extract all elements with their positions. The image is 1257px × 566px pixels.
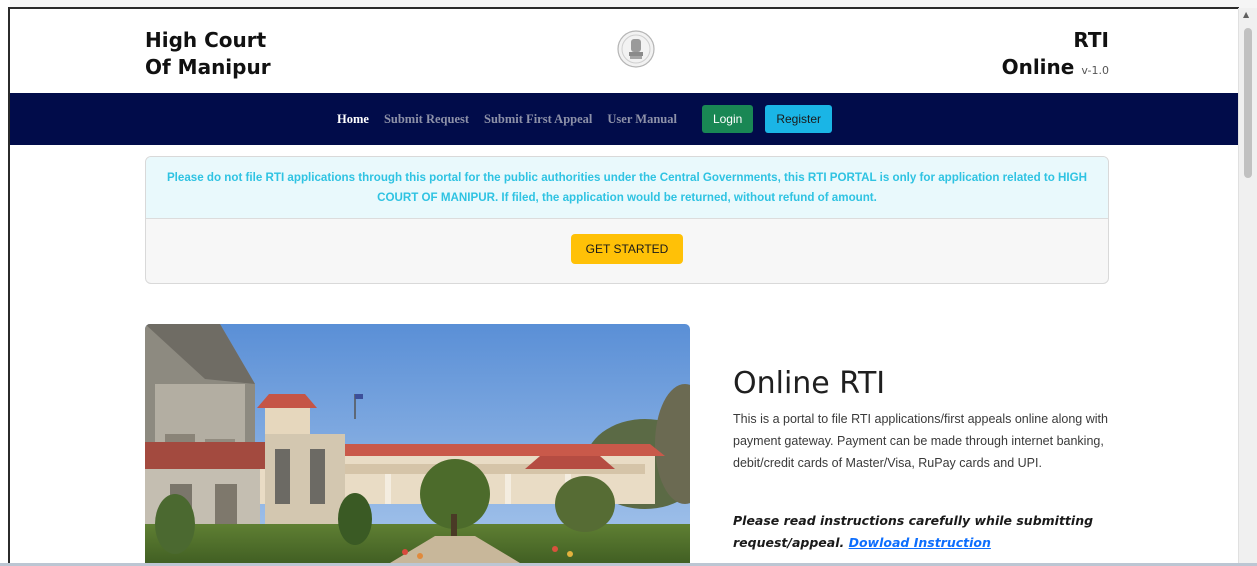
online-rti-description: This is a portal to file RTI application… [733, 412, 1108, 470]
national-emblem-icon [617, 30, 655, 68]
site-brand[interactable]: High Court Of Manipur [145, 27, 271, 81]
notice-text: Please do not file RTI applications thro… [166, 170, 1088, 204]
high-court-building-photo [145, 324, 690, 566]
rti-online-title: RTI Online v-1.0 [1002, 27, 1109, 84]
nav-submit-request[interactable]: Submit Request [384, 112, 469, 127]
get-started-button[interactable]: GET STARTED [571, 234, 683, 264]
vertical-scrollbar[interactable]: ▲ [1238, 8, 1257, 566]
version-label: v-1.0 [1081, 64, 1109, 77]
register-button[interactable]: Register [765, 105, 833, 133]
window-border-top [8, 7, 1239, 9]
brand-line-2: Of Manipur [145, 55, 271, 79]
building-photo-illustration [145, 324, 690, 566]
site-header: High Court Of Manipur RTI Online v-1.0 [10, 9, 1239, 93]
nav-links: Home Submit Request Submit First Appeal … [337, 93, 833, 145]
online-label: Online [1001, 55, 1075, 79]
window-border-left [8, 8, 10, 566]
scroll-up-arrow-icon[interactable]: ▲ [1243, 10, 1249, 19]
login-button[interactable]: Login [701, 105, 754, 133]
brand-line-1: High Court [145, 28, 267, 52]
nav-home[interactable]: Home [337, 112, 369, 127]
online-rti-heading: Online RTI [733, 366, 886, 401]
nav-submit-first-appeal[interactable]: Submit First Appeal [484, 112, 592, 127]
download-instruction-link[interactable]: Dowload Instruction [849, 535, 991, 550]
main-navbar: Home Submit Request Submit First Appeal … [10, 93, 1239, 145]
nav-user-manual[interactable]: User Manual [607, 112, 677, 127]
scrollbar-thumb[interactable] [1244, 28, 1252, 178]
notice-banner: Please do not file RTI applications thro… [146, 157, 1108, 219]
rti-title-line-2: Online v-1.0 [1002, 54, 1109, 84]
rti-title-line-1: RTI [1073, 28, 1109, 52]
instruction-note: Please read instructions carefully while… [733, 510, 1108, 554]
notice-card: Please do not file RTI applications thro… [145, 156, 1109, 284]
